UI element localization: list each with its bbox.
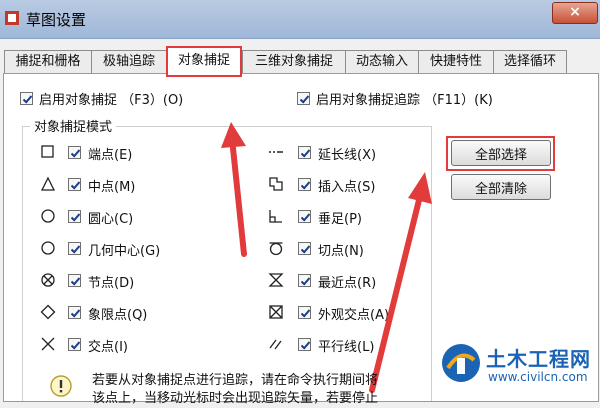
arrow-to-tab: [230, 145, 247, 257]
info-icon: [50, 375, 72, 397]
watermark-url: www.civilcn.com: [488, 370, 588, 384]
arrow-to-button: [369, 193, 423, 393]
arrow-head: [221, 122, 246, 148]
arrow-head: [408, 172, 432, 204]
annotation-arrows: [221, 122, 432, 393]
notice-line-2: 该点上，当移动光标时会出现追踪矢量，若要停止: [92, 391, 379, 406]
watermark-logo: [442, 344, 480, 382]
watermark-name: 土木工程网: [486, 347, 591, 371]
